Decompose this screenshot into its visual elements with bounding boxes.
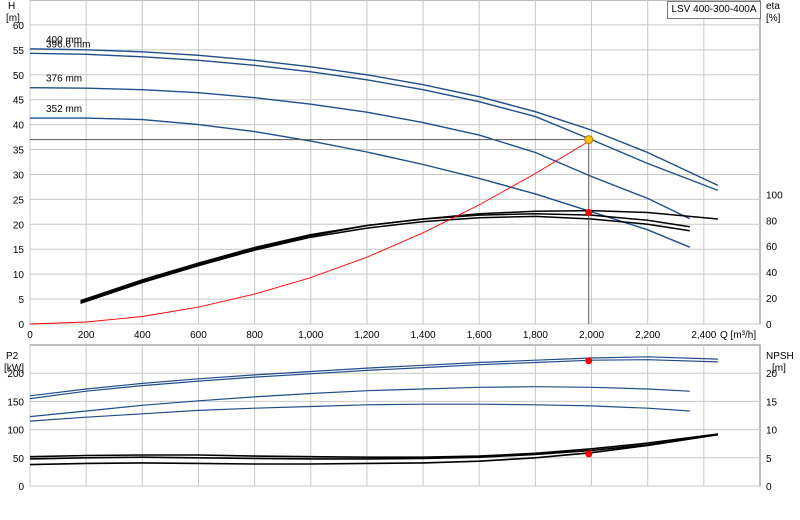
x-tick-label: 0 [27,330,33,341]
x-tick-label: 2,000 [579,330,604,341]
x-tick-label: 200 [78,330,95,341]
impeller-diameter-label: 376 mm [46,74,82,85]
npsh-axis-unit: [m] [772,363,786,374]
head-axis-title: H [8,1,15,12]
x-tick-label: 1,400 [411,330,436,341]
npsh-curve [29,433,719,458]
x-tick-label: 800 [246,330,263,341]
head-left-tick-label: 35 [13,146,25,157]
power-right-tick-label: 10 [766,426,778,437]
duty-point-marker [584,135,594,145]
impeller-diameter-label: 352 mm [46,104,82,115]
head-left-tick-label: 25 [13,195,25,206]
pump-performance-chart: 400 mm396.6 mm376 mm352 mm 0 200 400 600 800… [4,0,794,493]
head-left-tick-label: 40 [13,121,25,132]
head-left-tick-label: 10 [13,270,25,281]
power-right-tick-label: 15 [766,397,778,408]
x-tick-label: 2,400 [691,330,716,341]
pump-model-label: LSV 400-300-400A [667,1,761,19]
x-tick-label: 1,000 [298,330,323,341]
x-tick-label: 1,600 [467,330,492,341]
head-grid [29,0,761,325]
head-axis-ticks: 0 200 400 600 800 1,000 1,200 1,400 1,600 1,800 2,… [13,21,783,341]
head-left-tick-label: 0 [18,320,24,331]
head-axis-unit: [m] [6,13,20,24]
head-curve [29,48,719,187]
head-left-tick-label: 30 [13,170,25,181]
power-right-tick-label: 5 [766,454,772,465]
power-axis-title: P2 [6,351,19,362]
head-efficiency-panel: 400 mm396.6 mm376 mm352 mm 0 200 400 600 800… [6,0,783,341]
head-left-tick-label: 20 [13,220,25,231]
power-left-tick-label: 100 [7,426,24,437]
flow-axis-label: Q [m³/h] [720,330,756,341]
x-tick-label: 1,800 [523,330,548,341]
npsh-point-marker [585,450,593,458]
head-curve [29,52,719,192]
power-right-tick-label: 0 [766,482,772,493]
head-right-tick-label: 80 [766,216,778,227]
x-tick-label: 2,200 [635,330,660,341]
efficiency-curve [80,215,690,305]
power-axis-unit: [kW] [4,363,24,374]
head-right-tick-label: 60 [766,242,778,253]
power-left-tick-label: 50 [13,454,25,465]
efficiency-point-marker [585,208,593,216]
power-npsh-panel: 05010015020005101520 P2 [kW] NPSH [m] [4,344,794,493]
head-curves: 400 mm396.6 mm376 mm352 mm [29,35,719,325]
power-left-tick-label: 150 [7,397,24,408]
impeller-diameter-label: 396.6 mm [46,39,90,50]
head-left-tick-label: 50 [13,71,25,82]
head-left-tick-label: 15 [13,245,25,256]
efficiency-curve [80,213,690,302]
head-left-tick-label: 5 [18,295,24,306]
power-left-tick-label: 0 [18,482,24,493]
x-tick-label: 400 [134,330,151,341]
head-right-tick-label: 0 [766,320,772,331]
head-right-tick-label: 40 [766,268,778,279]
eta-axis-unit: [%] [766,13,781,24]
head-left-tick-label: 55 [13,46,25,57]
x-tick-label: 600 [190,330,207,341]
power-point-marker [585,357,593,365]
npsh-axis-title: NPSH [766,351,794,362]
head-frame [29,0,761,325]
x-tick-label: 1,200 [354,330,379,341]
power-curve [29,359,718,400]
eta-axis-title: eta [766,1,780,12]
npsh-curve [29,433,719,466]
head-left-tick-label: 45 [13,96,25,107]
head-right-tick-label: 20 [766,294,778,305]
head-right-tick-label: 100 [766,190,783,201]
